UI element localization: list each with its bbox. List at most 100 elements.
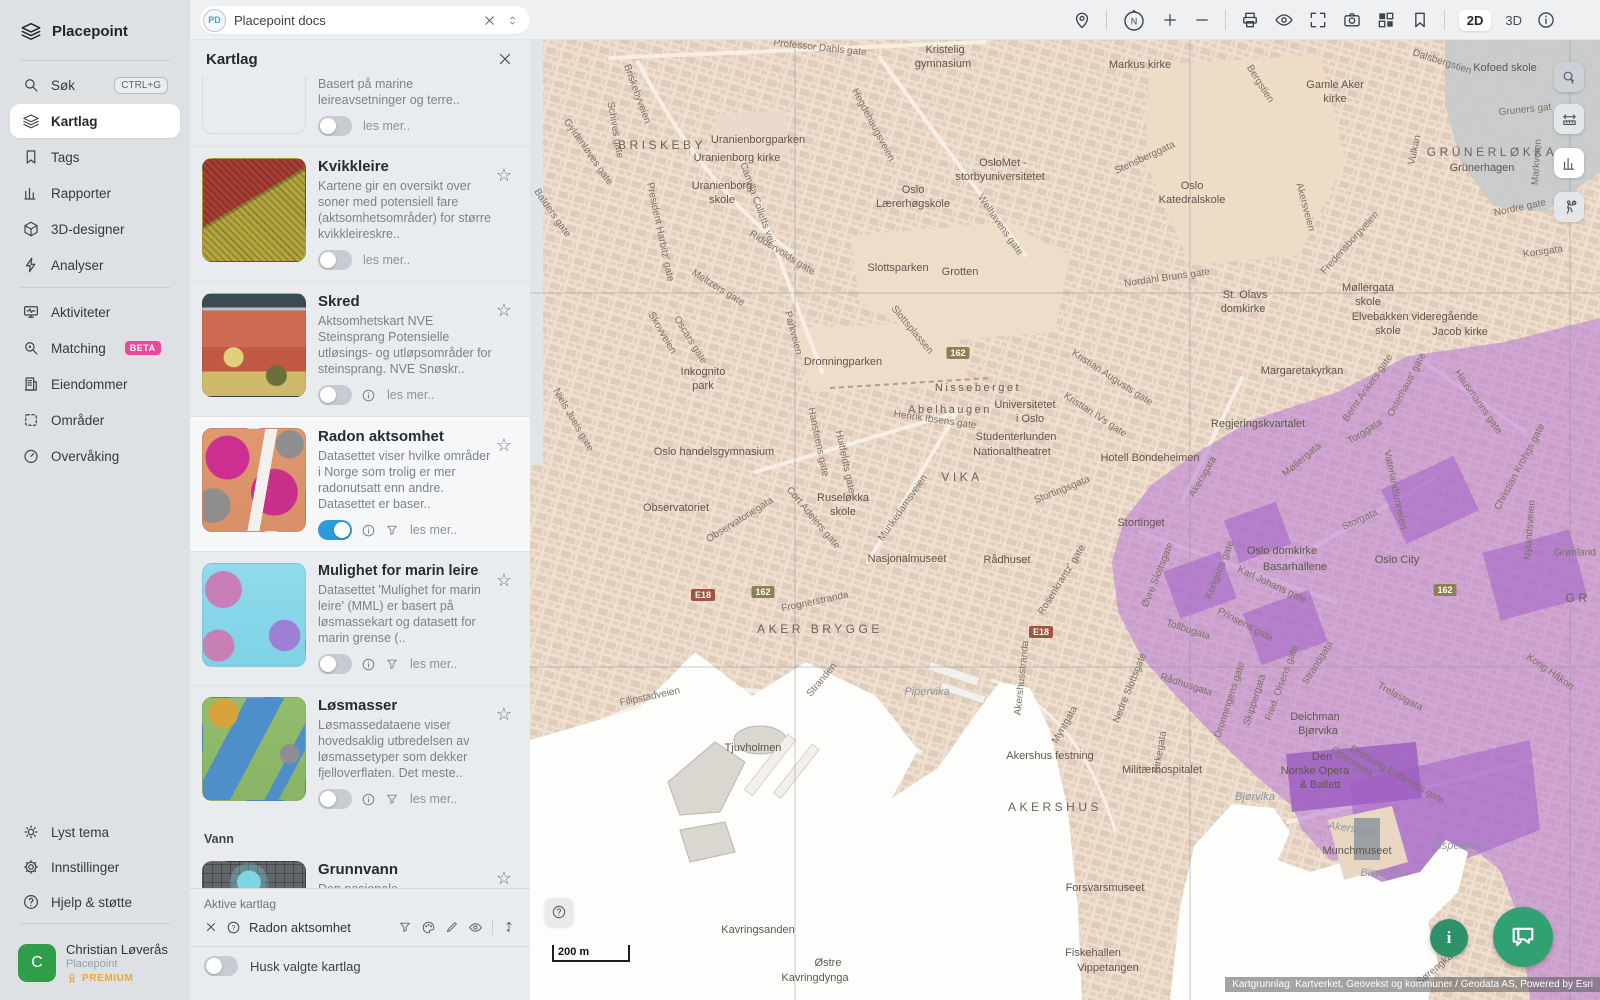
- print-icon[interactable]: [1240, 10, 1260, 30]
- eye-icon[interactable]: [1274, 10, 1294, 30]
- favorite-star-icon[interactable]: ☆: [496, 166, 512, 184]
- medal-icon: [66, 972, 78, 984]
- sidebar-item-eiendommer[interactable]: Eiendommer: [10, 367, 180, 401]
- sidebar-item-kartlag[interactable]: Kartlag: [10, 104, 180, 138]
- layer-card-skred[interactable]: Skred Aktsomhetskart NVE Steinsprang Pot…: [190, 281, 530, 416]
- sidebar-bottom: Lyst tema Innstillinger Hjelp & støtte C…: [0, 814, 190, 1000]
- sidebar-item-lyst-tema[interactable]: Lyst tema: [10, 815, 180, 849]
- camera-icon[interactable]: [1342, 10, 1362, 30]
- reorder-updown-icon[interactable]: [502, 920, 516, 934]
- location-pin-icon[interactable]: [1072, 10, 1092, 30]
- les-mer-link[interactable]: les mer..: [410, 792, 457, 806]
- map-help-button[interactable]: [545, 898, 573, 926]
- topbar: PD Placepoint docs N 2D 3D: [190, 0, 1600, 40]
- layer-card-partial[interactable]: Basert på marine leireavsetninger og ter…: [190, 76, 530, 146]
- layer-card-kvikkleire[interactable]: Kvikkleire Kartene gir en oversikt over …: [190, 146, 530, 281]
- fullscreen-icon[interactable]: [1308, 10, 1328, 30]
- map-info-button[interactable]: i: [1430, 919, 1468, 957]
- favorite-star-icon[interactable]: ☆: [496, 301, 512, 319]
- dashed-area-icon: [22, 411, 40, 429]
- widgets-grid-icon[interactable]: [1376, 10, 1396, 30]
- filter-icon[interactable]: [398, 920, 412, 934]
- gear-icon: [22, 858, 40, 876]
- clear-search-icon[interactable]: [482, 13, 497, 28]
- layer-toggle[interactable]: [318, 116, 352, 136]
- zoom-out-icon[interactable]: [1193, 11, 1211, 29]
- filter-icon[interactable]: [385, 523, 399, 537]
- remove-layer-icon[interactable]: [204, 920, 218, 934]
- les-mer-link[interactable]: les mer..: [363, 119, 410, 133]
- map-chart-tool-button[interactable]: [1554, 148, 1584, 178]
- sidebar-item-analyser[interactable]: Analyser: [10, 248, 180, 282]
- les-mer-link[interactable]: les mer..: [363, 253, 410, 267]
- chevron-up-down-icon[interactable]: [505, 13, 520, 28]
- svg-text:N: N: [1131, 17, 1138, 27]
- info-icon[interactable]: [361, 792, 376, 807]
- layer-card-grunnvann[interactable]: Grunnvann Den nasjonale grunnvannsdataba…: [190, 850, 530, 888]
- sidebar-item-rapporter[interactable]: Rapporter: [10, 176, 180, 210]
- map-select-tool-button[interactable]: [1554, 62, 1584, 92]
- mode-3d-button[interactable]: 3D: [1505, 13, 1522, 28]
- favorite-star-icon[interactable]: ☆: [496, 436, 512, 454]
- tag-icon: [22, 148, 40, 166]
- filter-icon[interactable]: [385, 792, 399, 806]
- layer-description: Løsmassedataene viser hovedsaklig utbred…: [318, 717, 496, 781]
- sidebar-item-label: Søk: [51, 78, 75, 93]
- sidebar-item-label: Hjelp & støtte: [51, 895, 132, 910]
- map-measure-tool-button[interactable]: [1554, 104, 1584, 134]
- app-name: Placepoint: [52, 23, 128, 40]
- info-icon[interactable]: [361, 523, 376, 538]
- remember-layers-row: Husk valgte kartlag: [190, 946, 530, 985]
- sidebar-item-3d-designer[interactable]: 3D-designer: [10, 212, 180, 246]
- info-icon[interactable]: [1536, 10, 1556, 30]
- sidebar-item-sok[interactable]: Søk CTRL+G: [10, 68, 180, 102]
- compass-icon[interactable]: N: [1121, 7, 1147, 33]
- layer-card-radon[interactable]: Radon aktsomhet Datasettet viser hvilke …: [190, 416, 530, 551]
- close-panel-icon[interactable]: [496, 50, 514, 68]
- active-layers-title: Aktive kartlag: [190, 889, 530, 915]
- sidebar-item-label: Områder: [51, 413, 104, 428]
- sidebar-item-tags[interactable]: Tags: [10, 140, 180, 174]
- layer-card-losmasser[interactable]: Løsmasser Løsmassedataene viser hovedsak…: [190, 685, 530, 820]
- layer-thumbnail: [202, 293, 306, 397]
- sidebar-item-overvaking[interactable]: Overvåking: [10, 439, 180, 473]
- layer-toggle[interactable]: [318, 520, 352, 540]
- favorite-star-icon[interactable]: ☆: [496, 571, 512, 589]
- gauge-icon: [22, 447, 40, 465]
- sidebar-item-matching[interactable]: Matching BETA: [10, 331, 180, 365]
- favorite-star-icon[interactable]: ☆: [496, 705, 512, 723]
- info-icon[interactable]: [361, 388, 376, 403]
- mode-2d-button[interactable]: 2D: [1459, 10, 1492, 31]
- info-icon[interactable]: [361, 657, 376, 672]
- sidebar-item-aktiviteter[interactable]: Aktiviteter: [10, 295, 180, 329]
- pen-icon[interactable]: [445, 920, 459, 934]
- zoom-in-icon[interactable]: [1161, 11, 1179, 29]
- remember-toggle[interactable]: [204, 956, 238, 976]
- map-canvas[interactable]: BRISKEBYVIKAAKER BRYGGEAKERSHUSGRÜNERLØK…: [530, 40, 1600, 1000]
- sidebar-item-hjelp[interactable]: Hjelp & støtte: [10, 885, 180, 919]
- search-input[interactable]: PD Placepoint docs: [200, 6, 530, 34]
- palette-icon[interactable]: [421, 920, 436, 935]
- layer-toggle[interactable]: [318, 654, 352, 674]
- layer-toggle[interactable]: [318, 789, 352, 809]
- chat-bubbles-icon: [1509, 923, 1537, 951]
- sidebar-item-omrader[interactable]: Områder: [10, 403, 180, 437]
- layer-toggle[interactable]: [318, 250, 352, 270]
- les-mer-link[interactable]: les mer..: [387, 388, 434, 402]
- layer-toggle[interactable]: [318, 385, 352, 405]
- map-traveltime-tool-button[interactable]: [1554, 192, 1584, 222]
- favorite-star-icon[interactable]: ☆: [496, 869, 512, 887]
- filter-icon[interactable]: [385, 657, 399, 671]
- match-search-icon: [22, 339, 40, 357]
- user-profile[interactable]: C Christian Løverås Placepoint PREMIUM: [0, 930, 190, 1000]
- les-mer-link[interactable]: les mer..: [410, 657, 457, 671]
- map-attribution: Kartgrunnlag: Kartverket, Geovekst og ko…: [1225, 977, 1600, 992]
- layer-description: Basert på marine leireavsetninger og ter…: [318, 76, 496, 108]
- les-mer-link[interactable]: les mer..: [410, 523, 457, 537]
- active-layer-row[interactable]: ? Radon aktsomhet: [190, 915, 530, 939]
- sidebar-item-innstillinger[interactable]: Innstillinger: [10, 850, 180, 884]
- chat-button[interactable]: [1493, 907, 1553, 967]
- layer-card-marin-leire[interactable]: Mulighet for marin leire Datasettet 'Mul…: [190, 551, 530, 685]
- bookmark-icon[interactable]: [1410, 10, 1430, 30]
- eye-icon[interactable]: [468, 920, 483, 935]
